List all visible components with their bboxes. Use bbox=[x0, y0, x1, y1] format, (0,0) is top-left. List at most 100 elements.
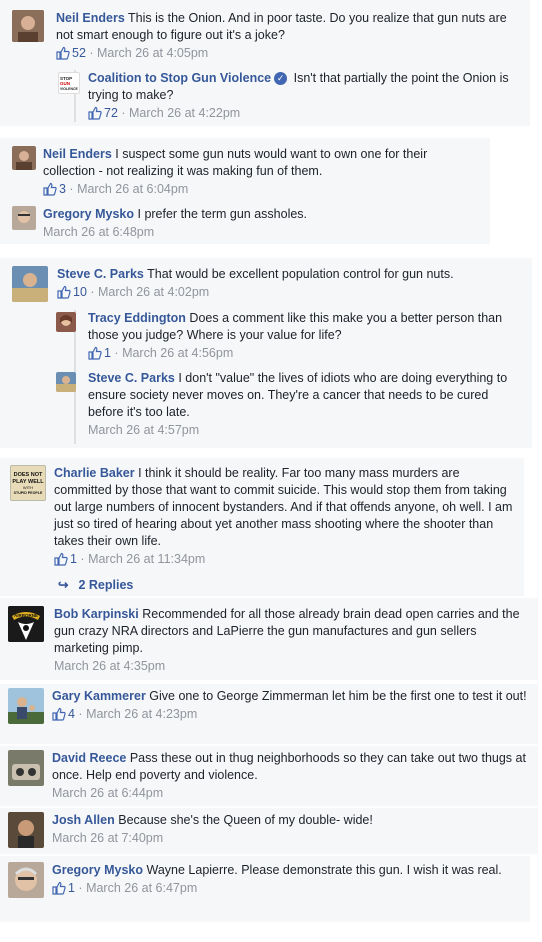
comment-meta: 3 · March 26 at 6:04pm bbox=[43, 180, 482, 202]
thumbs-up-icon[interactable] bbox=[52, 881, 66, 901]
comment-thread: AIRBORNE Bob Karpinski Recommended for a… bbox=[0, 598, 538, 680]
commenter-name[interactable]: Steve C. Parks bbox=[88, 371, 175, 385]
avatar[interactable] bbox=[12, 266, 48, 302]
commenter-name[interactable]: Gary Kammerer bbox=[52, 689, 146, 703]
avatar[interactable] bbox=[56, 312, 76, 332]
verified-badge-icon: ✓ bbox=[274, 72, 288, 85]
comment-meta: March 26 at 6:48pm bbox=[43, 223, 482, 242]
comment-thread: David Reece Pass these out in thug neigh… bbox=[0, 746, 538, 806]
timestamp[interactable]: March 26 at 4:22pm bbox=[129, 106, 240, 120]
commenter-name[interactable]: Charlie Baker bbox=[54, 466, 135, 480]
thumbs-up-icon[interactable] bbox=[57, 285, 71, 305]
comment: Gary Kammerer Give one to George Zimmerm… bbox=[8, 688, 528, 742]
avatar[interactable] bbox=[8, 812, 44, 848]
like-count[interactable]: 1 bbox=[104, 346, 111, 360]
like-count[interactable]: 1 bbox=[68, 881, 75, 895]
comment-meta: 72 · March 26 at 4:22pm bbox=[88, 104, 524, 126]
comment-meta: 4 · March 26 at 4:23pm bbox=[52, 705, 528, 727]
thumbs-up-icon[interactable] bbox=[56, 46, 70, 66]
comment: David Reece Pass these out in thug neigh… bbox=[8, 750, 528, 804]
commenter-name[interactable]: Gregory Mysko bbox=[52, 863, 143, 877]
comment: Gregory Mysko I prefer the term gun assh… bbox=[12, 206, 482, 242]
comment: Steve C. Parks That would be excellent p… bbox=[12, 266, 524, 306]
avatar[interactable]: STOP GUN VIOLENCE bbox=[58, 72, 80, 94]
timestamp[interactable]: March 26 at 4:57pm bbox=[88, 423, 199, 437]
comment-meta: March 26 at 6:44pm bbox=[52, 784, 528, 803]
avatar-logo-text: AIRBORNE bbox=[14, 613, 38, 618]
like-count[interactable]: 4 bbox=[68, 707, 75, 721]
commenter-name[interactable]: Josh Allen bbox=[52, 813, 115, 827]
commenter-name[interactable]: Steve C. Parks bbox=[57, 267, 144, 281]
like-count[interactable]: 52 bbox=[72, 46, 86, 60]
thumbs-up-icon[interactable] bbox=[54, 552, 68, 572]
avatar[interactable]: AIRBORNE bbox=[8, 606, 44, 642]
thumbs-up-icon[interactable] bbox=[88, 106, 102, 126]
like-count[interactable]: 10 bbox=[73, 285, 87, 299]
commenter-name[interactable]: Gregory Mysko bbox=[43, 207, 134, 221]
commenter-name[interactable]: David Reece bbox=[52, 751, 126, 765]
comment-text: Because she's the Queen of my double- wi… bbox=[118, 813, 373, 827]
comment-thread: Neil Enders This is the Onion. And in po… bbox=[0, 0, 530, 126]
comment-meta: 10 · March 26 at 4:02pm bbox=[57, 283, 524, 305]
avatar[interactable] bbox=[12, 206, 36, 230]
comment-meta: 1 · March 26 at 4:56pm bbox=[88, 344, 526, 366]
timestamp[interactable]: March 26 at 4:02pm bbox=[98, 285, 209, 299]
timestamp[interactable]: March 26 at 7:40pm bbox=[52, 831, 163, 845]
commenter-name[interactable]: Neil Enders bbox=[56, 11, 125, 25]
avatar[interactable] bbox=[12, 146, 36, 170]
view-replies-link[interactable]: ↪ 2 Replies bbox=[58, 577, 133, 592]
commenter-name[interactable]: Bob Karpinski bbox=[54, 607, 139, 621]
timestamp[interactable]: March 26 at 11:34pm bbox=[88, 552, 205, 566]
thumbs-up-icon[interactable] bbox=[88, 346, 102, 366]
avatar[interactable] bbox=[12, 10, 44, 42]
avatar[interactable]: DOES NOT PLAY WELL WITH STUPID PEOPLE bbox=[10, 465, 46, 501]
thumbs-up-icon[interactable] bbox=[52, 707, 66, 727]
timestamp[interactable]: March 26 at 6:48pm bbox=[43, 225, 154, 239]
like-count[interactable]: 1 bbox=[70, 552, 77, 566]
svg-text:GUN: GUN bbox=[60, 81, 70, 86]
like-count[interactable]: 72 bbox=[104, 106, 118, 120]
commenter-name[interactable]: Neil Enders bbox=[43, 147, 112, 161]
comment: Josh Allen Because she's the Queen of my… bbox=[8, 812, 528, 852]
avatar[interactable] bbox=[8, 862, 44, 898]
reply-arrow-icon: ↪ bbox=[58, 578, 69, 592]
thumbs-up-icon[interactable] bbox=[43, 182, 57, 202]
comment: Neil Enders This is the Onion. And in po… bbox=[12, 10, 522, 68]
comment-text: Give one to George Zimmerman let him be … bbox=[149, 689, 527, 703]
comment-thread: DOES NOT PLAY WELL WITH STUPID PEOPLE Charl… bbox=[0, 458, 524, 596]
comment: Neil Enders I suspect some gun nuts woul… bbox=[12, 146, 482, 202]
commenter-name[interactable]: Coalition to Stop Gun Violence bbox=[88, 71, 271, 85]
timestamp[interactable]: March 26 at 4:56pm bbox=[122, 346, 233, 360]
comment-meta: 1 · March 26 at 11:34pm bbox=[54, 550, 514, 572]
timestamp[interactable]: March 26 at 6:47pm bbox=[86, 881, 197, 895]
commenter-name[interactable]: Tracy Eddington bbox=[88, 311, 186, 325]
comment-thread: Neil Enders I suspect some gun nuts woul… bbox=[0, 138, 490, 244]
comment-meta: March 26 at 7:40pm bbox=[52, 829, 528, 848]
reply: Steve C. Parks I don't "value" the lives… bbox=[56, 370, 526, 444]
like-count[interactable]: 3 bbox=[59, 182, 66, 196]
comment-thread: Josh Allen Because she's the Queen of my… bbox=[0, 808, 538, 854]
comment: Gregory Mysko Wayne Lapierre. Please dem… bbox=[8, 862, 520, 918]
avatar[interactable] bbox=[8, 688, 44, 724]
comment: AIRBORNE Bob Karpinski Recommended for a… bbox=[8, 606, 528, 676]
comment-meta: March 26 at 4:57pm bbox=[88, 421, 526, 440]
comment-thread: Gary Kammerer Give one to George Zimmerm… bbox=[0, 684, 538, 744]
timestamp[interactable]: March 26 at 6:44pm bbox=[52, 786, 163, 800]
replies-count-label[interactable]: 2 Replies bbox=[78, 578, 133, 592]
reply: STOP GUN VIOLENCE Coalition to Stop Gun Vi… bbox=[56, 70, 524, 126]
svg-text:DOES NOT: DOES NOT bbox=[14, 472, 43, 478]
timestamp[interactable]: March 26 at 4:05pm bbox=[97, 46, 208, 60]
avatar[interactable] bbox=[56, 372, 76, 392]
timestamp[interactable]: March 26 at 6:04pm bbox=[77, 182, 188, 196]
svg-text:WITH: WITH bbox=[23, 485, 33, 490]
avatar[interactable] bbox=[8, 750, 44, 786]
comment: DOES NOT PLAY WELL WITH STUPID PEOPLE Charl… bbox=[10, 465, 514, 569]
comment-meta: 1 · March 26 at 6:47pm bbox=[52, 879, 520, 901]
comment-thread: Gregory Mysko Wayne Lapierre. Please dem… bbox=[0, 856, 530, 922]
timestamp[interactable]: March 26 at 4:35pm bbox=[54, 659, 165, 673]
comment-thread: Steve C. Parks That would be excellent p… bbox=[0, 258, 532, 448]
reply: Tracy Eddington Does a comment like this… bbox=[56, 310, 526, 366]
timestamp[interactable]: March 26 at 4:23pm bbox=[86, 707, 197, 721]
comment-text: Wayne Lapierre. Please demonstrate this … bbox=[146, 863, 502, 877]
svg-text:VIOLENCE: VIOLENCE bbox=[60, 87, 79, 91]
